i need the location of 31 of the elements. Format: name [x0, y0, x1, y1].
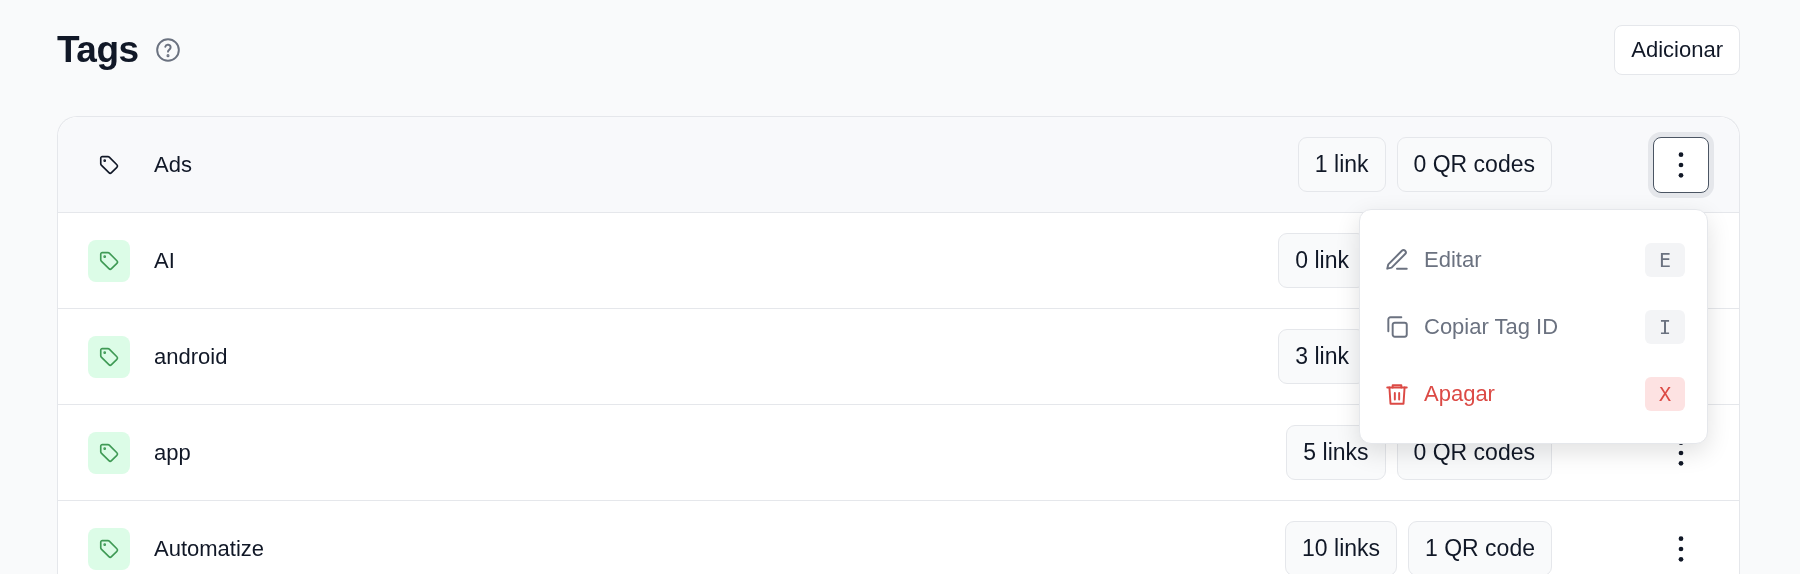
add-button[interactable]: Adicionar [1614, 25, 1740, 75]
tag-icon [88, 239, 130, 282]
tag-icon [88, 335, 130, 378]
tag-icon [88, 527, 130, 570]
kebab-icon [1678, 535, 1684, 562]
page-title: Tags [57, 29, 139, 71]
tag-row[interactable]: Ads 1 link 0 QR codes [58, 117, 1739, 213]
menu-item[interactable]: Editar E [1384, 226, 1685, 293]
kebab-icon [1678, 151, 1684, 178]
copy-icon [1384, 313, 1410, 340]
link-count: 5 links [1286, 425, 1386, 480]
tag-icon [98, 153, 120, 176]
tag-name: Automatize [154, 535, 265, 562]
menu-label: Editar [1424, 246, 1482, 273]
tag-name: android [154, 343, 228, 370]
tag-icon [88, 431, 130, 474]
link-count: 10 links [1285, 521, 1398, 574]
menu-label: Apagar [1424, 380, 1495, 407]
tag-name: AI [154, 247, 175, 274]
qr-count: 1 QR code [1408, 521, 1552, 574]
tag-name: app [154, 439, 191, 466]
link-count: 1 link [1297, 137, 1386, 192]
shortcut-key: X [1645, 376, 1685, 411]
menu-label: Copiar Tag ID [1424, 313, 1559, 340]
help-icon [154, 37, 181, 63]
shortcut-key: I [1645, 309, 1685, 344]
pencil-icon [1384, 246, 1410, 273]
shortcut-key: E [1645, 242, 1685, 277]
qr-count: 0 QR codes [1396, 137, 1552, 192]
tag-row[interactable]: Automatize 10 links 1 QR code [58, 501, 1739, 574]
tag-name: Ads [154, 151, 192, 178]
